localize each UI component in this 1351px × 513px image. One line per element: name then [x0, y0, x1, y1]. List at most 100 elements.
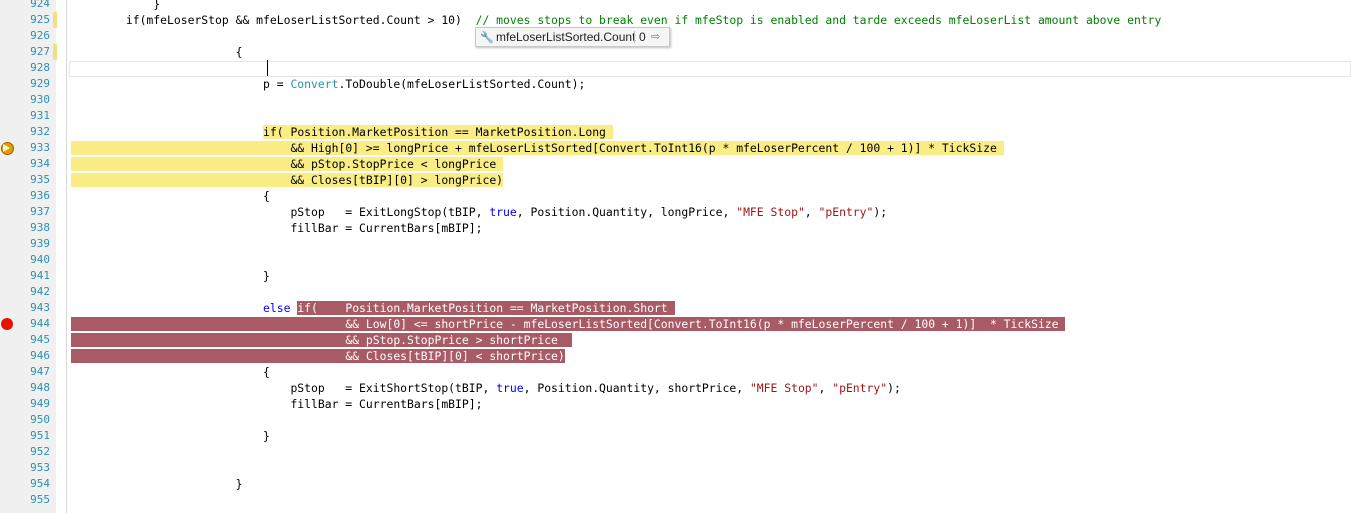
code-line[interactable]: && Closes[tBIP][0] < shortPrice): [71, 348, 565, 364]
code-token: );: [887, 381, 901, 395]
code-token: && pStop.StopPrice < longPrice: [84, 157, 504, 171]
line-number: 927: [30, 45, 50, 58]
code-line[interactable]: {: [71, 364, 270, 380]
line-number: 945: [30, 333, 50, 346]
code-line[interactable]: {: [71, 188, 270, 204]
wrench-icon: 🔧: [480, 32, 494, 44]
code-token: "MFE Stop": [736, 205, 805, 219]
line-number: 951: [30, 429, 50, 442]
current-line-highlight: [69, 61, 1351, 77]
code-token: , Position.Quantity, longPrice,: [516, 205, 737, 219]
line-number: 952: [30, 445, 50, 458]
line-number: 943: [30, 301, 50, 314]
datatip[interactable]: 🔧 mfeLoserListSorted.Count 0 ⇨: [475, 27, 670, 47]
code-line[interactable]: if(mfeLoserStop && mfeLoserListSorted.Co…: [71, 12, 1162, 28]
line-number: 939: [30, 237, 50, 250]
line-number: 933: [30, 141, 50, 154]
breakpoint-icon[interactable]: [1, 318, 13, 330]
line-number: 940: [30, 253, 50, 266]
code-token: {: [71, 365, 270, 379]
text-caret: [267, 60, 268, 76]
execution-arrow-icon: [3, 144, 10, 152]
line-number: 924: [30, 0, 50, 10]
change-marker: [53, 12, 57, 28]
line-number: 928: [30, 61, 50, 74]
code-line[interactable]: p = Convert.ToDouble(mfeLoserListSorted.…: [71, 76, 585, 92]
line-number: 932: [30, 125, 50, 138]
code-token: pStop = ExitShortStop(tBIP,: [71, 381, 497, 395]
code-line[interactable]: && Low[0] <= shortPrice - mfeLoserListSo…: [71, 316, 1066, 332]
line-number: 935: [30, 173, 50, 186]
code-token: [71, 173, 85, 187]
line-number: 942: [30, 285, 50, 298]
code-token: && Low[0] <= shortPrice - mfeLoserListSo…: [84, 317, 1066, 331]
code-token: }: [71, 0, 161, 11]
code-token: .ToDouble(mfeLoserListSorted.Count);: [338, 77, 586, 91]
code-token: && High[0] >= longPrice + mfeLoserListSo…: [84, 141, 1004, 155]
code-token: }: [71, 429, 270, 443]
code-line[interactable]: && pStop.StopPrice < longPrice: [71, 156, 504, 172]
code-line[interactable]: }: [71, 428, 270, 444]
code-token: [71, 157, 85, 171]
code-token: && Closes[tBIP][0] < shortPrice): [84, 349, 565, 363]
datatip-value[interactable]: 0: [639, 28, 646, 46]
code-line[interactable]: else if( Position.MarketPosition == Mark…: [71, 300, 675, 316]
line-number: 941: [30, 269, 50, 282]
code-line[interactable]: pStop = ExitLongStop(tBIP, true, Positio…: [71, 204, 887, 220]
line-number: 953: [30, 461, 50, 474]
code-token: true: [496, 381, 524, 395]
line-number: 929: [30, 77, 50, 90]
line-number: 934: [30, 157, 50, 170]
code-line[interactable]: && Closes[tBIP][0] > longPrice): [71, 172, 504, 188]
code-line[interactable]: pStop = ExitShortStop(tBIP, true, Positi…: [71, 380, 901, 396]
code-token: pStop = ExitLongStop(tBIP,: [71, 205, 490, 219]
code-token: }: [71, 269, 270, 283]
code-token: , Position.Quantity, shortPrice,: [523, 381, 750, 395]
code-token: p =: [71, 77, 291, 91]
line-number: 938: [30, 221, 50, 234]
code-token: [71, 141, 85, 155]
code-line[interactable]: fillBar = CurrentBars[mBIP];: [71, 220, 482, 236]
line-number: 926: [30, 29, 50, 42]
code-line[interactable]: && High[0] >= longPrice + mfeLoserListSo…: [71, 140, 1004, 156]
code-token: "MFE Stop": [749, 381, 819, 395]
line-number: 936: [30, 189, 50, 202]
code-token: [71, 317, 85, 331]
code-token: if(mfeLoserStop && mfeLoserListSorted.Co…: [71, 13, 476, 27]
code-token: [71, 333, 85, 347]
change-marker: [53, 44, 57, 60]
code-line[interactable]: if( Position.MarketPosition == MarketPos…: [71, 124, 613, 140]
line-number: 925: [30, 13, 50, 26]
line-number: 948: [30, 381, 50, 394]
code-token: && pStop.StopPrice > shortPrice: [84, 333, 572, 347]
code-line[interactable]: fillBar = CurrentBars[mBIP];: [71, 396, 482, 412]
code-token: && Closes[tBIP][0] > longPrice): [84, 173, 504, 187]
code-token: fillBar = CurrentBars[mBIP];: [71, 397, 483, 411]
code-token: // moves stops to break even if mfeStop …: [475, 13, 1162, 27]
code-token: true: [489, 205, 517, 219]
line-number: 954: [30, 477, 50, 490]
code-token: [71, 349, 85, 363]
code-token: ,: [804, 205, 819, 219]
code-line[interactable]: }: [71, 0, 160, 12]
datatip-separator: [634, 31, 635, 43]
pin-icon[interactable]: ⇨: [651, 28, 660, 46]
code-token: "pEntry": [818, 205, 874, 219]
code-line[interactable]: {: [71, 44, 243, 60]
datatip-expression[interactable]: mfeLoserListSorted.Count: [496, 28, 635, 46]
code-line[interactable]: && pStop.StopPrice > shortPrice: [71, 332, 572, 348]
code-token: ,: [818, 381, 833, 395]
code-line[interactable]: }: [71, 476, 243, 492]
code-token: }: [71, 477, 243, 491]
code-line[interactable]: }: [71, 268, 270, 284]
code-token: else: [263, 301, 291, 315]
line-number: 947: [30, 365, 50, 378]
line-number: 937: [30, 205, 50, 218]
code-token: {: [71, 189, 270, 203]
code-token: );: [873, 205, 888, 219]
line-number: 930: [30, 93, 50, 106]
line-number: 950: [30, 413, 50, 426]
code-token: if( Position.MarketPosition == MarketPos…: [297, 301, 675, 315]
line-number-gutter[interactable]: 924 925 926 927 928 929 930 931 932 933 934 935 936 9…: [0, 0, 56, 513]
